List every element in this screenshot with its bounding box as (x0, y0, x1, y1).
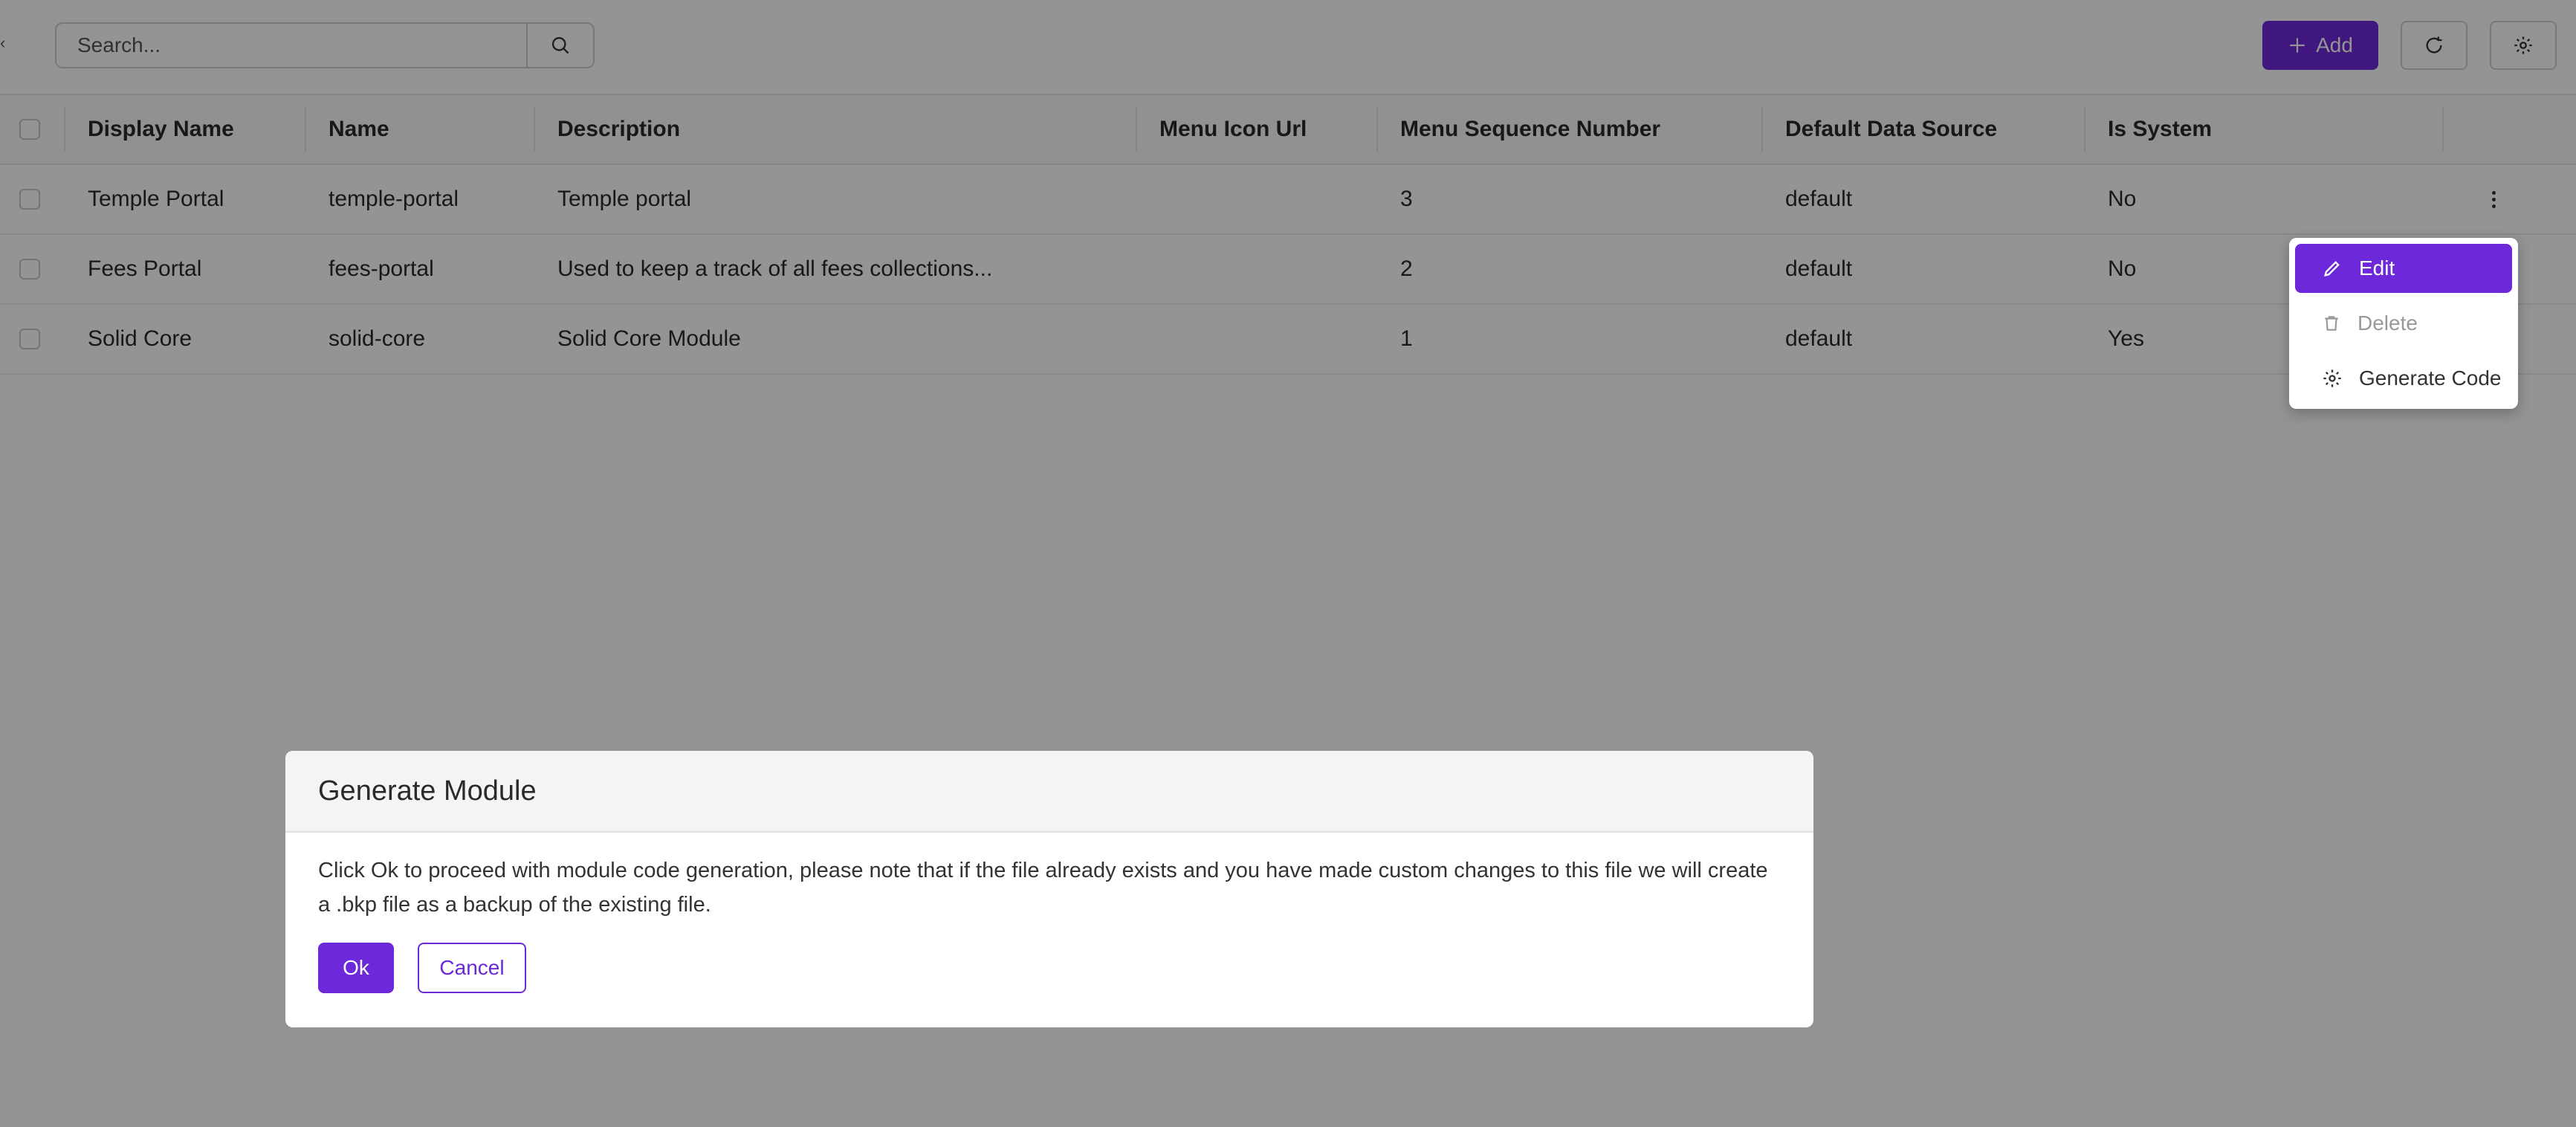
menu-item-label: Edit (2359, 256, 2395, 280)
menu-item-label: Generate Code (2359, 366, 2502, 390)
menu-item-delete[interactable]: Delete (2295, 299, 2512, 348)
dialog-message: Click Ok to proceed with module code gen… (318, 859, 1768, 917)
pencil-icon (2324, 261, 2340, 277)
menu-item-edit[interactable]: Edit (2295, 244, 2512, 293)
gear-icon (2323, 369, 2341, 387)
menu-item-generate-code[interactable]: Generate Code (2295, 354, 2512, 403)
dialog-title: Generate Module (285, 751, 1813, 833)
row-actions-menu: Edit Delete Generate Code (2289, 238, 2518, 409)
generate-module-dialog: Generate Module Click Ok to proceed with… (285, 751, 1813, 1027)
ok-button[interactable]: Ok (318, 943, 394, 993)
menu-item-label: Delete (2357, 311, 2418, 335)
trash-icon (2325, 316, 2338, 331)
cancel-button[interactable]: Cancel (418, 943, 526, 993)
